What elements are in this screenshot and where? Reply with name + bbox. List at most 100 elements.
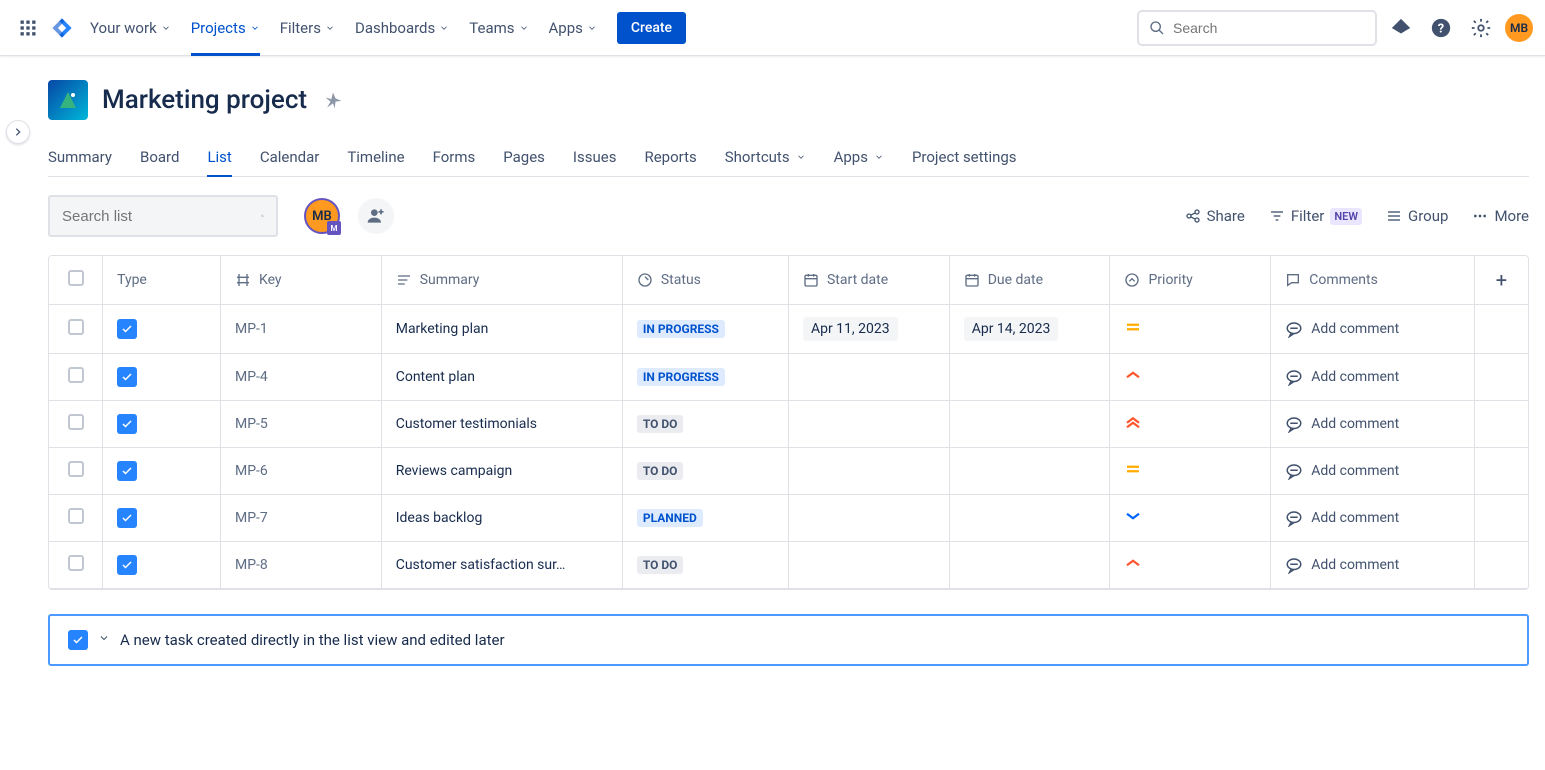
project-tabs: Summary Board List Calendar Timeline Forms Pag… [48,138,1529,177]
hash-icon [235,272,251,288]
issue-key[interactable]: MP-6 [235,463,268,479]
status-lozenge[interactable]: TO DO [637,415,684,433]
nav-item-filters[interactable]: Filters [270,0,345,56]
comment-icon [1285,368,1303,386]
table-row[interactable]: MP-4 Content plan IN PROGRESS Add comment [49,354,1528,401]
column-header-comments[interactable]: Comments [1285,272,1460,288]
settings-icon[interactable] [1465,12,1497,44]
comment-icon [1285,415,1303,433]
row-checkbox[interactable] [68,414,84,430]
issue-summary[interactable]: Ideas backlog [396,510,483,526]
filter-button[interactable]: Filter NEW [1269,207,1362,225]
nav-item-teams[interactable]: Teams [459,0,538,56]
status-lozenge[interactable]: IN PROGRESS [637,320,725,338]
start-date[interactable]: Apr 11, 2023 [803,317,898,341]
issue-key[interactable]: MP-5 [235,416,268,432]
nav-items: Your work Projects Filters Dashboards Te… [80,0,607,56]
nav-item-apps[interactable]: Apps [539,0,607,56]
nav-item-projects[interactable]: Projects [181,0,270,56]
tab-summary[interactable]: Summary [48,138,112,176]
search-icon [1149,20,1165,36]
table-row[interactable]: MP-8 Customer satisfaction sur… TO DO Add c… [49,542,1528,589]
issue-summary[interactable]: Customer satisfaction sur… [396,557,566,573]
tab-apps[interactable]: Apps [834,138,884,176]
share-button[interactable]: Share [1185,207,1245,225]
star-project-button[interactable] [321,88,345,112]
calendar-icon [964,272,980,288]
add-comment-button[interactable]: Add comment [1285,415,1460,433]
column-header-summary[interactable]: Summary [396,272,608,288]
issue-summary[interactable]: Customer testimonials [396,416,537,432]
create-button[interactable]: Create [617,12,686,44]
sidebar-expand-toggle[interactable] [6,120,30,144]
row-checkbox[interactable] [68,555,84,571]
table-row[interactable]: MP-1 Marketing plan IN PROGRESS Apr 11, 202… [49,305,1528,354]
issue-summary[interactable]: Reviews campaign [396,463,512,479]
status-lozenge[interactable]: TO DO [637,556,684,574]
add-comment-button[interactable]: Add comment [1285,462,1460,480]
svg-text:?: ? [1438,21,1444,36]
tab-project-settings[interactable]: Project settings [912,138,1017,176]
column-header-due-date[interactable]: Due date [964,272,1096,288]
tab-board[interactable]: Board [140,138,179,176]
user-avatar[interactable]: MB [1505,14,1533,42]
issue-key[interactable]: MP-7 [235,510,268,526]
app-switcher-icon[interactable] [12,12,44,44]
tab-timeline[interactable]: Timeline [347,138,404,176]
more-button[interactable]: More [1472,207,1529,225]
tab-forms[interactable]: Forms [433,138,476,176]
tab-calendar[interactable]: Calendar [260,138,320,176]
chevron-down-icon [874,152,884,162]
column-header-status[interactable]: Status [637,272,774,288]
help-icon[interactable]: ? [1425,12,1457,44]
select-all-checkbox[interactable] [68,270,84,286]
add-column-button[interactable]: + [1496,268,1507,292]
row-checkbox[interactable] [68,461,84,477]
add-comment-button[interactable]: Add comment [1285,320,1460,338]
tab-issues[interactable]: Issues [573,138,617,176]
task-type-icon [117,367,137,387]
row-checkbox[interactable] [68,508,84,524]
row-checkbox[interactable] [68,319,84,335]
nav-item-your-work[interactable]: Your work [80,0,181,56]
global-search-input[interactable] [1173,20,1365,36]
status-lozenge[interactable]: IN PROGRESS [637,368,725,386]
list-search[interactable] [48,195,278,237]
table-row[interactable]: MP-6 Reviews campaign TO DO Add comment [49,448,1528,495]
priority-high-icon [1124,554,1142,572]
issue-key[interactable]: MP-4 [235,369,268,385]
create-issue-inline[interactable]: A new task created directly in the list … [48,614,1529,666]
create-issue-text[interactable]: A new task created directly in the list … [120,631,505,649]
issue-key[interactable]: MP-1 [235,321,268,337]
add-comment-button[interactable]: Add comment [1285,368,1460,386]
issue-summary[interactable]: Marketing plan [396,321,489,337]
assignee-avatar[interactable]: MB M [304,198,340,234]
tab-pages[interactable]: Pages [503,138,545,176]
table-row[interactable]: MP-7 Ideas backlog PLANNED Add comment [49,495,1528,542]
tab-shortcuts[interactable]: Shortcuts [725,138,806,176]
column-header-key[interactable]: Key [235,272,367,288]
row-checkbox[interactable] [68,367,84,383]
list-search-input[interactable] [62,208,261,225]
column-header-priority[interactable]: Priority [1124,272,1256,288]
group-button[interactable]: Group [1386,207,1448,225]
tab-list[interactable]: List [207,138,231,176]
add-person-button[interactable] [358,198,394,234]
jira-logo-icon[interactable] [46,12,78,44]
issue-key[interactable]: MP-8 [235,557,268,573]
notifications-icon[interactable] [1385,12,1417,44]
table-row[interactable]: MP-5 Customer testimonials TO DO Add commen… [49,401,1528,448]
global-search[interactable] [1137,10,1377,46]
tab-reports[interactable]: Reports [644,138,696,176]
column-header-start-date[interactable]: Start date [803,272,935,288]
status-lozenge[interactable]: TO DO [637,462,684,480]
add-comment-button[interactable]: Add comment [1285,556,1460,574]
column-header-type[interactable]: Type [117,272,206,288]
chevron-down-icon[interactable] [98,632,110,648]
add-comment-button[interactable]: Add comment [1285,509,1460,527]
nav-item-dashboards[interactable]: Dashboards [345,0,459,56]
status-lozenge[interactable]: PLANNED [637,509,703,527]
issue-summary[interactable]: Content plan [396,369,475,385]
filter-label: Filter [1291,207,1325,225]
due-date[interactable]: Apr 14, 2023 [964,317,1059,341]
